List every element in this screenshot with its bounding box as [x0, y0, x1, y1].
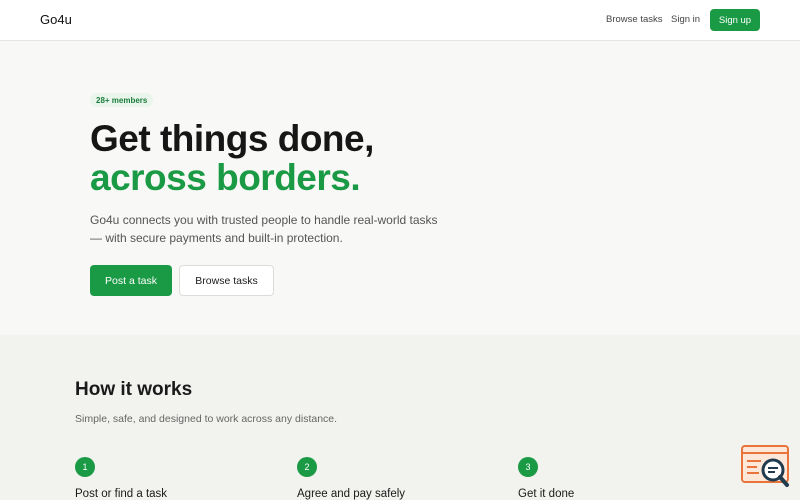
- section-title: How it works: [75, 379, 193, 400]
- step-2-number: 2: [297, 457, 317, 477]
- step-3-title: Get it done: [518, 488, 575, 500]
- top-navigation-bar: Go4u Browse tasks Sign in Sign up: [0, 0, 800, 41]
- step-2-title: Agree and pay safely: [297, 488, 406, 500]
- post-task-button[interactable]: Post a task: [90, 265, 172, 296]
- how-it-works-section: How it works Simple, safe, and designed …: [0, 335, 800, 500]
- hero-headline: Get things done, across borders.: [90, 119, 374, 197]
- hero-section: 28+ members Get things done, across bord…: [0, 41, 800, 335]
- section-subtitle: Simple, safe, and designed to work acros…: [75, 413, 338, 425]
- step-1-number: 1: [75, 457, 95, 477]
- members-badge: 28+ members: [90, 93, 154, 107]
- nav-sign-in-link[interactable]: Sign in: [671, 14, 700, 25]
- step-1-title: Post or find a task: [75, 488, 168, 500]
- search-chat-icon[interactable]: [741, 445, 791, 490]
- headline-line-2: across borders.: [90, 157, 361, 198]
- headline-line-1: Get things done,: [90, 118, 374, 159]
- sign-up-button[interactable]: Sign up: [710, 9, 760, 31]
- nav-browse-tasks-link[interactable]: Browse tasks: [606, 14, 663, 25]
- browse-tasks-button[interactable]: Browse tasks: [179, 265, 274, 296]
- hero-description: Go4u connects you with trusted people to…: [90, 213, 438, 245]
- step-3-number: 3: [518, 457, 538, 477]
- brand-logo[interactable]: Go4u: [40, 12, 72, 27]
